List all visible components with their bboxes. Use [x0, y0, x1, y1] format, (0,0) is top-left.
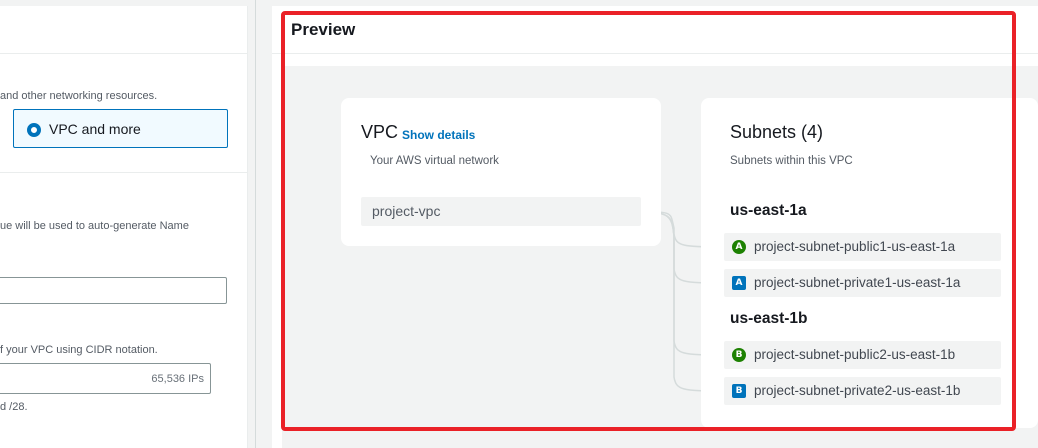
left-header-divider — [0, 53, 247, 54]
resources-description: and other networking resources. — [0, 90, 158, 102]
left-config-panel: and other networking resources. VPC and … — [0, 6, 248, 448]
name-tag-input[interactable] — [0, 277, 227, 304]
cidr-size-hint: d /28. — [0, 401, 28, 413]
az-label-us-east-1b: us-east-1b — [730, 310, 808, 327]
vpc-item[interactable]: project-vpc — [361, 197, 641, 226]
subnet-name: project-subnet-private2-us-east-1b — [754, 383, 961, 398]
preview-canvas: VPC Show details Your AWS virtual networ… — [282, 66, 1038, 448]
show-details-link[interactable]: Show details — [402, 128, 475, 142]
ipv4-cidr-input[interactable]: 65,536 IPs — [0, 363, 211, 394]
az-label-us-east-1a: us-east-1a — [730, 202, 807, 219]
subnet-item-private1[interactable]: A project-subnet-private1-us-east-1a — [724, 269, 1001, 297]
subnets-card-title: Subnets (4) — [730, 122, 824, 142]
vpc-and-more-label: VPC and more — [49, 121, 141, 137]
cidr-ip-count: 65,536 IPs — [151, 373, 204, 385]
subnet-name: project-subnet-public2-us-east-1b — [754, 347, 956, 362]
subnet-item-public1[interactable]: A project-subnet-public1-us-east-1a — [724, 233, 1001, 261]
cidr-help-text: f your VPC using CIDR notation. — [0, 344, 158, 356]
name-tag-help-text: ue will be used to auto-generate Name — [0, 220, 189, 232]
subnets-card-subtitle: Subnets within this VPC — [730, 155, 853, 167]
radio-selected-icon[interactable] — [27, 123, 41, 137]
vpc-card-title: VPC — [361, 122, 399, 142]
preview-panel: Preview VPC Show details Your AWS virtua… — [272, 6, 1038, 448]
subnet-item-private2[interactable]: B project-subnet-private2-us-east-1b — [724, 377, 1001, 405]
preview-title: Preview — [291, 20, 356, 39]
subnets-card: Subnets (4) Subnets within this VPC us-e… — [701, 98, 1038, 428]
subnet-name: project-subnet-private1-us-east-1a — [754, 275, 961, 290]
public-subnet-badge-icon: B — [732, 348, 746, 362]
vpc-card: VPC Show details Your AWS virtual networ… — [341, 98, 661, 246]
preview-header: Preview — [272, 6, 1038, 54]
private-subnet-badge-icon: A — [732, 276, 746, 290]
public-subnet-badge-icon: A — [732, 240, 746, 254]
vpc-and-more-radio-option[interactable]: VPC and more — [13, 109, 228, 148]
panel-separator — [255, 0, 256, 448]
subnet-name: project-subnet-public1-us-east-1a — [754, 239, 956, 254]
private-subnet-badge-icon: B — [732, 384, 746, 398]
vpc-card-subtitle: Your AWS virtual network — [370, 155, 499, 167]
left-section-divider — [0, 172, 247, 173]
subnet-item-public2[interactable]: B project-subnet-public2-us-east-1b — [724, 341, 1001, 369]
